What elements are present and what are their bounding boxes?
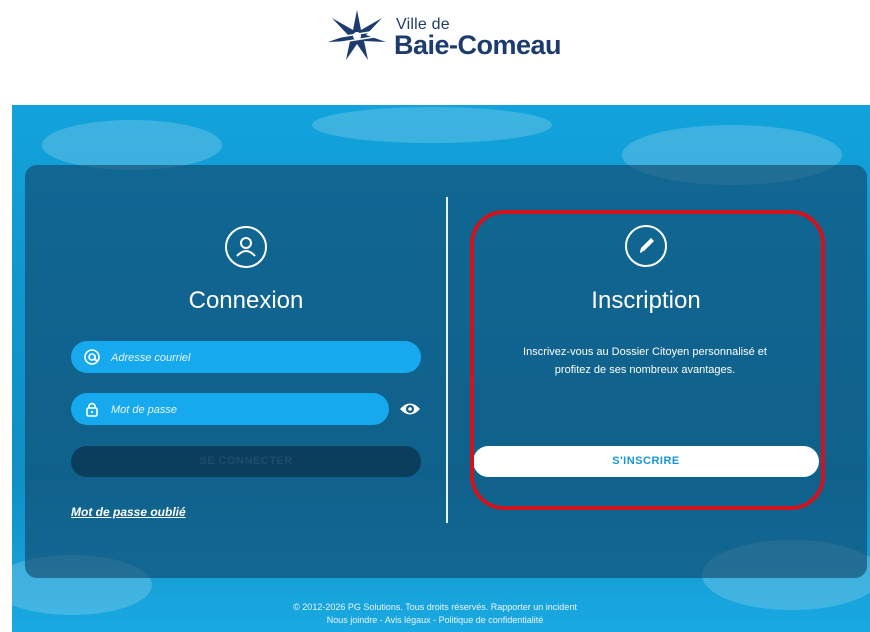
- highlight-annotation: [470, 210, 825, 510]
- footer-separator: -: [430, 615, 439, 625]
- login-button[interactable]: SE CONNECTER: [71, 446, 421, 477]
- footer-privacy-link[interactable]: Politique de confidentialité: [439, 615, 544, 625]
- email-field-container: [71, 341, 421, 375]
- email-input[interactable]: [109, 341, 393, 375]
- site-header: Ville de Baie-Comeau: [0, 0, 870, 105]
- footer-legal-link[interactable]: Avis légaux: [385, 615, 431, 625]
- logo-title: Baie-Comeau: [394, 30, 562, 60]
- card-divider: [446, 197, 448, 523]
- footer-contact-link[interactable]: Nous joindre: [327, 615, 378, 625]
- login-title: Connexion: [188, 287, 304, 314]
- eye-icon[interactable]: [399, 400, 421, 418]
- password-input[interactable]: [109, 393, 363, 427]
- user-icon: [225, 226, 267, 268]
- page-footer: © 2012-2026 PG Solutions. Tous droits ré…: [0, 601, 870, 627]
- footer-copyright: © 2012-2026 PG Solutions. Tous droits ré…: [293, 602, 489, 612]
- password-field-container: [71, 393, 389, 427]
- lock-icon: [86, 402, 98, 417]
- footer-report-link[interactable]: Rapporter un incident: [491, 602, 577, 612]
- city-logo-star-icon: [328, 10, 386, 60]
- city-logo[interactable]: Ville de Baie-Comeau: [326, 8, 566, 64]
- footer-separator: -: [377, 615, 385, 625]
- footer-line-1: © 2012-2026 PG Solutions. Tous droits ré…: [0, 601, 870, 614]
- at-icon: [84, 349, 100, 365]
- forgot-password-link[interactable]: Mot de passe oublié: [71, 505, 186, 519]
- footer-line-2: Nous joindre - Avis légaux - Politique d…: [0, 614, 870, 627]
